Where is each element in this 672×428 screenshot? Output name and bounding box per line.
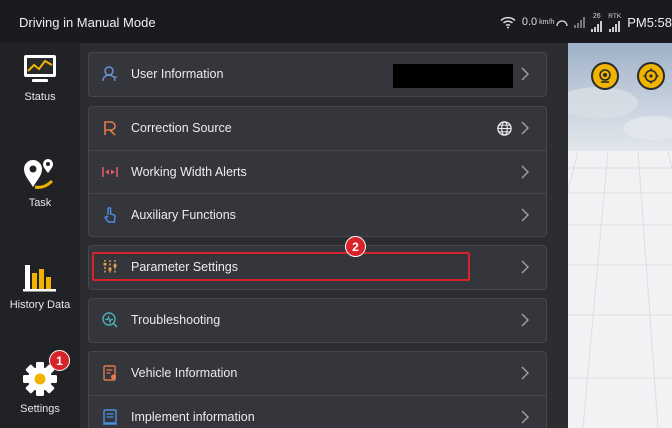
- sidebar-item-task[interactable]: Task: [0, 157, 80, 209]
- settings-item-label: User Information: [131, 67, 224, 81]
- speed-readout: 0.0 km/h: [522, 16, 568, 28]
- status-monitor-icon: [24, 55, 56, 82]
- status-indicators: 0.0 km/h 26 RTK PM5:58: [500, 12, 672, 32]
- satellite-signal-icon: [591, 20, 603, 32]
- settings-item-label: Vehicle Information: [131, 366, 238, 380]
- settings-item-working-width-alerts[interactable]: Working Width Alerts: [89, 150, 546, 193]
- settings-item-label: Working Width Alerts: [131, 165, 247, 179]
- vehicle-document-icon: [103, 365, 116, 381]
- troubleshooting-card: Troubleshooting: [88, 298, 547, 343]
- route-pin-icon: [24, 159, 54, 189]
- chevron-right-icon: [521, 366, 529, 380]
- satellite-count: 26: [592, 12, 601, 20]
- map-background: [568, 43, 672, 428]
- guidance-card: Correction Source Working Width Alerts A…: [88, 106, 547, 237]
- sidebar-item-label: Settings: [20, 403, 60, 415]
- globe-icon: [497, 121, 512, 136]
- settings-item-label: Troubleshooting: [131, 313, 221, 327]
- settings-item-user-information[interactable]: User Information: [89, 53, 546, 96]
- sidebar-item-label: Status: [24, 91, 56, 103]
- sidebar-item-history-data[interactable]: History Data: [0, 259, 80, 311]
- sidebar-item-status[interactable]: Status: [0, 53, 80, 103]
- rtk-indicator: RTK: [608, 13, 621, 32]
- user-icon: [102, 66, 117, 82]
- settings-item-auxiliary-functions[interactable]: Auxiliary Functions: [89, 193, 546, 236]
- sidebar-item-label: Task: [28, 197, 52, 209]
- sidebar-item-settings[interactable]: Settings: [0, 361, 80, 415]
- rtk-signal-icon: [609, 20, 621, 32]
- sidebar-item-label: History Data: [9, 299, 71, 311]
- chevron-right-icon: [521, 410, 529, 424]
- settings-item-label: Implement information: [131, 410, 255, 424]
- step-badge-1: 1: [49, 350, 70, 371]
- hand-pointer-icon: [104, 207, 116, 223]
- diagnostics-icon: [102, 312, 118, 328]
- wifi-icon: [500, 16, 516, 29]
- camera-button[interactable]: [591, 62, 619, 90]
- settings-item-correction-source[interactable]: Correction Source: [89, 107, 546, 150]
- bar-chart-icon: [23, 265, 56, 292]
- chevron-right-icon: [521, 165, 529, 179]
- drive-mode-title: Driving in Manual Mode: [19, 15, 156, 30]
- parameter-settings-highlight: [92, 252, 470, 281]
- implement-document-icon: [103, 409, 117, 425]
- speed-unit: km/h: [539, 18, 555, 26]
- chevron-right-icon: [521, 260, 529, 274]
- step-badge-2: 2: [345, 236, 366, 257]
- settings-item-label: Correction Source: [131, 121, 232, 135]
- chevron-right-icon: [521, 313, 529, 327]
- sidebar: Status Task History Data Settings: [0, 43, 80, 428]
- width-alert-icon: [102, 167, 118, 177]
- satellite-indicator: 26: [591, 12, 603, 32]
- speed-value: 0.0: [521, 16, 538, 28]
- correction-source-icon: [104, 121, 116, 136]
- signal-strength-icon: [574, 16, 586, 28]
- redacted-user-value: [393, 64, 513, 88]
- chevron-right-icon: [521, 208, 529, 222]
- user-info-card: User Information: [88, 52, 547, 97]
- chevron-right-icon: [521, 121, 529, 135]
- settings-item-troubleshooting[interactable]: Troubleshooting: [89, 299, 546, 342]
- map-view[interactable]: [568, 43, 672, 428]
- settings-item-implement-information[interactable]: Implement information: [89, 395, 546, 428]
- speedometer-icon: [556, 19, 568, 26]
- camera-icon: [599, 69, 611, 83]
- settings-item-vehicle-information[interactable]: Vehicle Information: [89, 352, 546, 395]
- locate-button[interactable]: [637, 62, 665, 90]
- rtk-label: RTK: [608, 12, 622, 20]
- settings-item-label: Auxiliary Functions: [131, 208, 236, 222]
- crosshair-icon: [643, 68, 659, 84]
- status-bar: Driving in Manual Mode 0.0 km/h 26 RTK PM…: [0, 0, 672, 43]
- chevron-right-icon: [521, 67, 529, 81]
- equipment-card: Vehicle Information Implement informatio…: [88, 351, 547, 428]
- clock: PM5:58: [627, 14, 672, 30]
